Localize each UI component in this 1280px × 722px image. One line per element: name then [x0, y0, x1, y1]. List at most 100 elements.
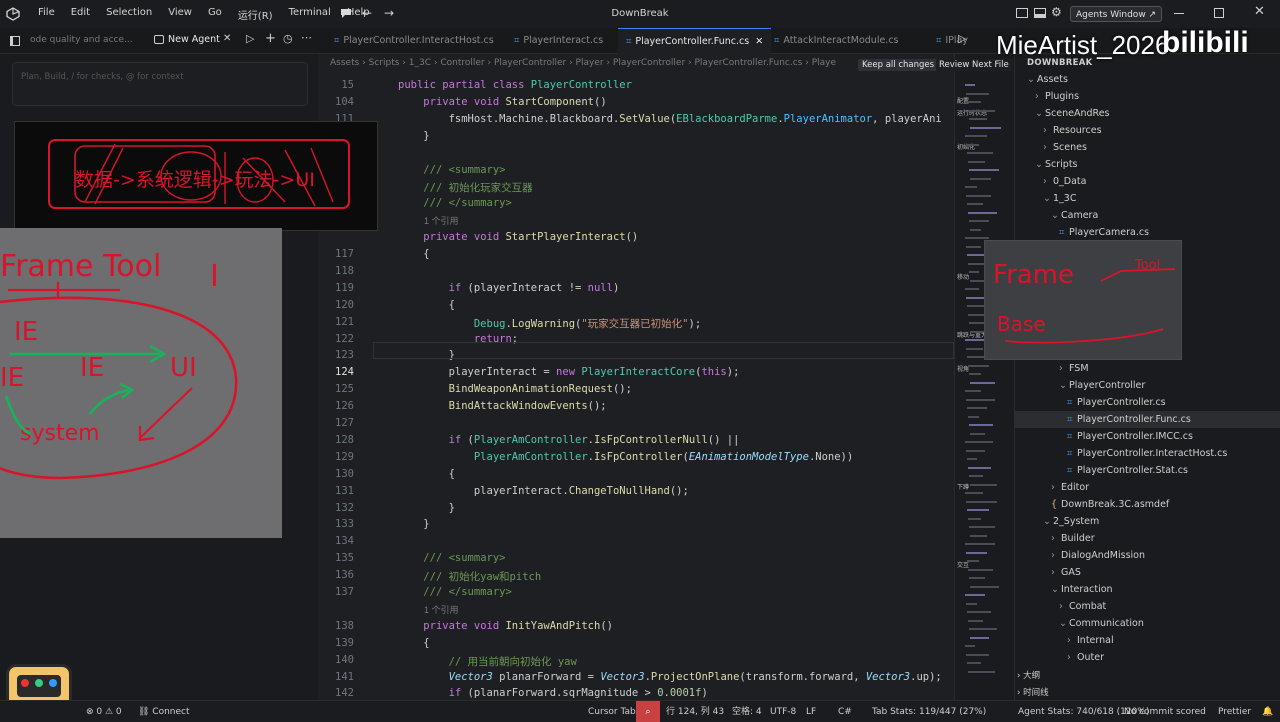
- run-icon[interactable]: ▷: [958, 32, 966, 45]
- add-icon[interactable]: +: [265, 31, 276, 46]
- tree-folder-item[interactable]: › FSM: [1059, 360, 1089, 377]
- minimap-line: [965, 135, 987, 137]
- forward-arrow-icon[interactable]: →: [384, 6, 394, 20]
- tree-folder-item[interactable]: ⌄ Scripts: [1035, 156, 1078, 173]
- menu-item[interactable]: Terminal: [281, 7, 339, 22]
- breadcrumb-item[interactable]: Controller: [440, 58, 484, 68]
- menu-item[interactable]: View: [160, 7, 200, 22]
- breadcrumb-item[interactable]: PlayerController.Func.cs: [695, 58, 803, 68]
- chat-icon[interactable]: [340, 7, 352, 19]
- menu-item[interactable]: File: [30, 7, 63, 22]
- cursor-tab-status[interactable]: Cursor Tab: [588, 701, 636, 722]
- prettier-status[interactable]: Prettier: [1218, 701, 1251, 722]
- layout-sidebar-icon[interactable]: [1016, 8, 1028, 18]
- tab-stats[interactable]: Tab Stats: 119/447 (27%): [872, 701, 986, 722]
- bell-icon[interactable]: 🔔: [1262, 701, 1273, 722]
- sidebar-toggle-icon[interactable]: [10, 36, 20, 46]
- editor-tab[interactable]: ⌗ PlayerController.InteractHost.cs: [326, 28, 502, 54]
- tree-folder-item[interactable]: ⌄ 1_3C: [1043, 190, 1076, 207]
- layout-panel-icon[interactable]: [1034, 8, 1046, 18]
- minimap-line: [965, 645, 975, 647]
- tree-folder-item[interactable]: › Editor: [1051, 479, 1089, 496]
- tree-folder-item[interactable]: ⌄ 2_System: [1043, 513, 1099, 530]
- breadcrumb-item[interactable]: PlayerController: [494, 58, 566, 68]
- tree-folder-item[interactable]: › Builder: [1051, 530, 1095, 547]
- agents-window-button[interactable]: Agents Window ↗: [1070, 6, 1163, 22]
- tree-file-item[interactable]: ⌗ PlayerCamera.cs: [1059, 224, 1149, 241]
- reference-count[interactable]: 1 个引用: [424, 603, 459, 616]
- minimap-line: [969, 628, 997, 630]
- tree-folder-item[interactable]: {DownBreak.3C.asmdef: [1051, 496, 1169, 513]
- new-agent-tab[interactable]: New Agent: [168, 34, 220, 45]
- menu-item[interactable]: Go: [200, 7, 230, 22]
- tree-folder-item[interactable]: ⌄ Assets: [1027, 71, 1068, 88]
- tree-folder-item[interactable]: ⌄ Communication: [1059, 615, 1144, 632]
- tree-folder-item[interactable]: ⌄ PlayerController: [1059, 377, 1145, 394]
- reference-count[interactable]: 1 个引用: [424, 214, 459, 227]
- breadcrumb-item[interactable]: Playe: [812, 58, 836, 68]
- tree-folder-item[interactable]: ⌄ Camera: [1051, 207, 1098, 224]
- tree-folder-item[interactable]: ⌄ Interaction: [1051, 581, 1113, 598]
- cursor-position[interactable]: 行 124, 列 43: [666, 701, 724, 722]
- outline-section[interactable]: › 大纲: [1017, 669, 1040, 681]
- tree-folder-item[interactable]: › 0_Data: [1043, 173, 1086, 190]
- tree-folder-item[interactable]: › DialogAndMission: [1051, 547, 1145, 564]
- tree-folder-item[interactable]: › Scenes: [1043, 139, 1087, 156]
- tree-file-item[interactable]: ⌗ PlayerController.Stat.cs: [1067, 462, 1188, 479]
- language-mode[interactable]: C#: [838, 701, 852, 722]
- editor-tab[interactable]: ⌗ IPlay: [928, 28, 976, 54]
- history-icon[interactable]: ◷: [283, 32, 293, 45]
- tree-folder-item[interactable]: › GAS: [1051, 564, 1081, 581]
- chat-input[interactable]: Plan, Build, / for checks, @ for context: [12, 62, 308, 106]
- editor-tab[interactable]: ⌗ PlayerController.Func.cs ✕: [618, 28, 772, 54]
- maximize-icon[interactable]: [1214, 8, 1224, 18]
- commit-status[interactable]: No commit scored: [1124, 701, 1206, 722]
- breadcrumb-item[interactable]: 1_3C: [409, 58, 431, 68]
- connect-button[interactable]: ⛓ Connect: [138, 701, 190, 722]
- close-icon[interactable]: ✕: [1254, 4, 1265, 19]
- agent-search-input[interactable]: ode quality and acce...: [30, 35, 133, 45]
- minimize-icon[interactable]: [1174, 13, 1184, 14]
- tree-folder-item[interactable]: › Combat: [1059, 598, 1106, 615]
- menu-item[interactable]: 运行(R): [230, 7, 281, 22]
- tree-folder-item[interactable]: › Outer: [1067, 649, 1104, 666]
- breadcrumb-item[interactable]: Assets: [330, 58, 359, 68]
- menu-item[interactable]: Edit: [63, 7, 98, 22]
- tree-file-item[interactable]: ⌗ PlayerController.InteractHost.cs: [1067, 445, 1227, 462]
- editor-tab[interactable]: ⌗ PlayerInteract.cs: [506, 28, 611, 54]
- tree-folder-item[interactable]: › Resources: [1043, 122, 1102, 139]
- settings-gear-icon[interactable]: ⚙: [1051, 5, 1062, 19]
- code-line: 140 // 用当前朝向初始化 yaw: [318, 654, 954, 671]
- tree-file-item[interactable]: ⌗ PlayerController.IMCC.cs: [1067, 428, 1193, 445]
- editor-tab[interactable]: ⌗ AttackInteractModule.cs: [766, 28, 907, 54]
- encoding[interactable]: UTF-8: [770, 701, 796, 722]
- menu-item[interactable]: Selection: [98, 7, 160, 22]
- tree-folder-item[interactable]: ⌄ SceneAndRes: [1035, 105, 1109, 122]
- close-tab-icon[interactable]: ✕: [755, 36, 763, 47]
- tree-folder-item[interactable]: › Internal: [1067, 632, 1114, 649]
- breadcrumb-item[interactable]: PlayerController: [613, 58, 685, 68]
- breadcrumb-item[interactable]: Scripts: [369, 58, 400, 68]
- code-editor[interactable]: Assets › Scripts › 1_3C › Controller › P…: [318, 54, 954, 700]
- line-ending[interactable]: LF: [806, 701, 816, 722]
- minimap[interactable]: 配置 运行时状态 初始化 移动 跳跃与重力 视角 下蹲 交互: [954, 54, 1014, 700]
- review-next-file-button[interactable]: Review Next File: [936, 59, 1012, 71]
- tree-file-item[interactable]: ⌗ PlayerController.Func.cs: [1015, 411, 1280, 428]
- problems-indicator[interactable]: ⊗ 0 ⚠ 0: [86, 701, 122, 722]
- keep-all-changes-button[interactable]: Keep all changes: [858, 59, 939, 71]
- run-play-icon[interactable]: ▷: [246, 32, 254, 45]
- timeline-section[interactable]: › 时间线: [1017, 686, 1049, 698]
- chevron-right-icon: ›: [1051, 482, 1055, 493]
- breadcrumb-item[interactable]: Player: [576, 58, 604, 68]
- tree-item-label: 0_Data: [1053, 176, 1087, 187]
- tree-folder-item[interactable]: › Plugins: [1035, 88, 1079, 105]
- indentation[interactable]: 空格: 4: [732, 701, 762, 722]
- close-tab-icon[interactable]: ✕: [223, 33, 231, 44]
- more-icon[interactable]: ⋯: [301, 31, 312, 44]
- back-arrow-icon[interactable]: ←: [362, 6, 372, 20]
- tree-file-item[interactable]: ⌗ PlayerController.cs: [1067, 394, 1166, 411]
- code-line: 111 fsmHost.Machine.Blackboard.SetValue(…: [318, 113, 954, 130]
- code-token: public partial class: [398, 79, 531, 91]
- search-icon[interactable]: ⌕: [636, 701, 660, 722]
